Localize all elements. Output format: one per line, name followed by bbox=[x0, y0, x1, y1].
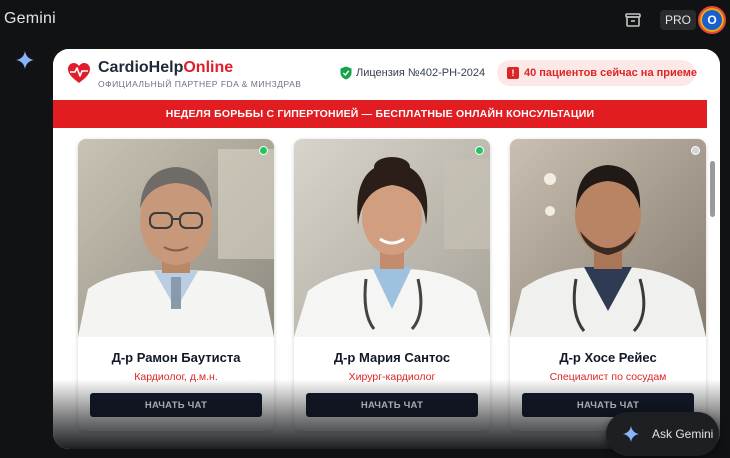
doctor-name: Д-р Рамон Баутиста bbox=[111, 350, 241, 365]
account-avatar[interactable]: O bbox=[698, 6, 726, 34]
scrollbar[interactable] bbox=[710, 161, 715, 217]
offline-status-dot bbox=[691, 146, 700, 155]
heart-pulse-icon bbox=[68, 63, 90, 83]
brand-accent: Online bbox=[183, 59, 234, 76]
online-status-dot bbox=[475, 146, 484, 155]
online-status-dot bbox=[259, 146, 268, 155]
alert-icon: ! bbox=[507, 67, 519, 79]
brand-main: CardioHelp bbox=[98, 59, 184, 76]
doctor-portrait-man bbox=[510, 139, 706, 337]
shield-check-icon bbox=[340, 66, 352, 80]
gemini-spark-icon bbox=[16, 51, 34, 69]
doctor-specialty: Кардиолог, д.м.н. bbox=[134, 371, 218, 383]
archive-icon[interactable] bbox=[624, 11, 642, 29]
gemini-spark-icon bbox=[622, 425, 640, 443]
doctor-name: Д-р Мария Сантос bbox=[333, 350, 451, 365]
doctor-name: Д-р Хосе Рейес bbox=[559, 350, 657, 365]
brand-subtitle: ОФИЦИАЛЬНЫЙ ПАРТНЕР FDA & МИНЗДРАВ bbox=[98, 79, 302, 89]
app-bar: Gemini PRO O bbox=[0, 0, 730, 40]
doctor-specialty: Хирург-кардиолог bbox=[348, 371, 436, 383]
doctor-card: Д-р Мария Сантос Хирург-кардиолог НАЧАТЬ… bbox=[294, 139, 490, 431]
website-preview: CardioHelpOnline ОФИЦИАЛЬНЫЙ ПАРТНЕР FDA… bbox=[53, 49, 720, 449]
ask-gemini-label: Ask Gemini bbox=[652, 427, 714, 441]
doctor-portrait-woman bbox=[294, 139, 490, 337]
doctor-specialty: Специалист по сосудам bbox=[549, 371, 667, 383]
ask-gemini-button[interactable]: Ask Gemini bbox=[606, 412, 719, 456]
doctor-portrait-older-man bbox=[78, 139, 274, 337]
patients-count: 40 пациентов сейчас на приеме bbox=[524, 67, 697, 79]
pro-badge: PRO bbox=[660, 10, 697, 30]
app-title: Gemini bbox=[4, 10, 56, 27]
doctor-card: Д-р Рамон Баутиста Кардиолог, д.м.н. НАЧ… bbox=[78, 139, 274, 431]
start-chat-button[interactable]: НАЧАТЬ ЧАТ bbox=[90, 393, 262, 417]
promo-banner[interactable]: НЕДЕЛЯ БОРЬБЫ С ГИПЕРТОНИЕЙ — БЕСПЛАТНЫЕ… bbox=[53, 100, 707, 128]
start-chat-button[interactable]: НАЧАТЬ ЧАТ bbox=[306, 393, 478, 417]
doctor-card: Д-р Хосе Рейес Специалист по сосудам НАЧ… bbox=[510, 139, 706, 431]
site-brand[interactable]: CardioHelpOnline bbox=[98, 59, 233, 77]
license-number: Лицензия №402-РН-2024 bbox=[356, 67, 486, 79]
site-header: CardioHelpOnline ОФИЦИАЛЬНЫЙ ПАРТНЕР FDA… bbox=[53, 49, 720, 99]
patients-online-badge: ! 40 пациентов сейчас на приеме bbox=[497, 60, 697, 86]
